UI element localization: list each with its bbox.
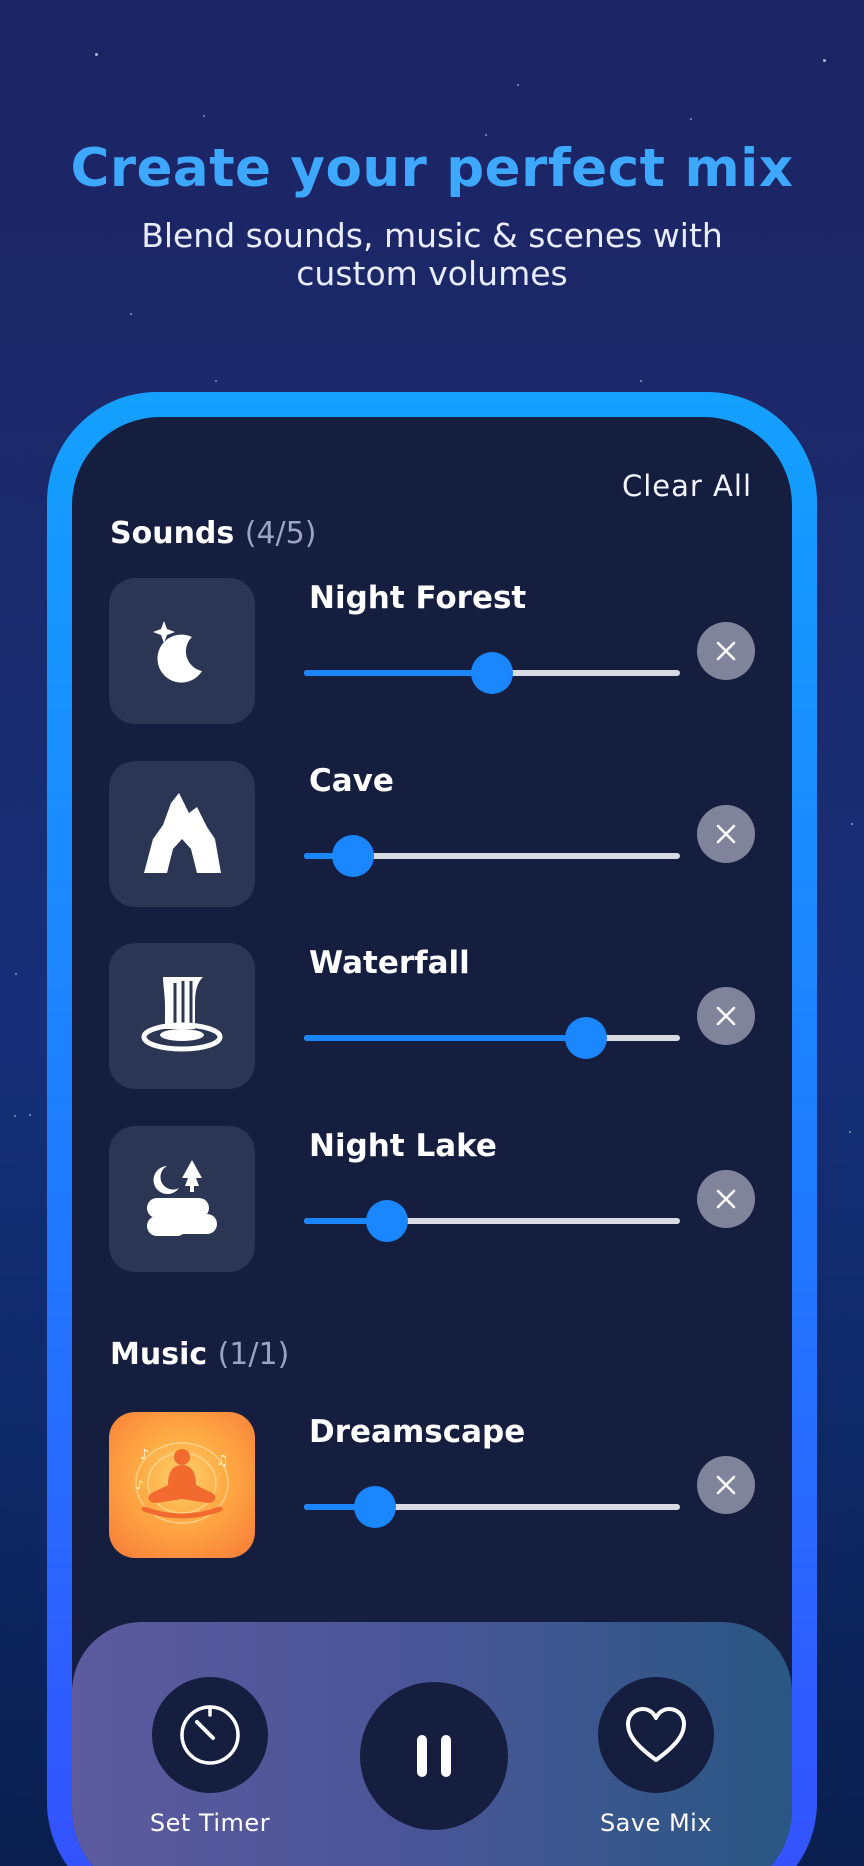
svg-text:♫: ♫ (216, 1453, 229, 1469)
star (849, 1131, 851, 1133)
moon-stars-icon (153, 621, 202, 683)
music-section-title: Music (1/1) (110, 1337, 289, 1372)
close-icon (716, 641, 736, 661)
remove-sound-button[interactable] (697, 1170, 755, 1228)
star (29, 1114, 31, 1116)
star (95, 53, 98, 56)
sound-row-night-forest: Night Forest (72, 578, 792, 724)
playback-controls-bar: Set Timer Save Mix (72, 1622, 792, 1866)
volume-thumb[interactable] (331, 835, 374, 877)
music-tile[interactable]: ♪ ♫ ♪ (109, 1412, 255, 1558)
set-timer-label: Set Timer (149, 1809, 271, 1837)
sound-tile[interactable] (109, 578, 255, 724)
sounds-count: (4/5) (244, 516, 317, 551)
star (823, 59, 826, 62)
mixer-screen: Clear All Sounds (4/5) Night Forest Cave… (72, 417, 792, 1866)
close-icon (716, 1475, 736, 1495)
promo-headline: Create your perfect mix (70, 138, 794, 199)
save-mix-label: Save Mix (599, 1809, 713, 1837)
sound-tile[interactable] (109, 1126, 255, 1272)
sound-row-night-lake: Night Lake (72, 1126, 792, 1272)
volume-thumb[interactable] (565, 1017, 607, 1059)
clear-all-button[interactable]: Clear All (622, 469, 752, 503)
music-count: (1/1) (217, 1337, 290, 1372)
sound-row-waterfall: Waterfall (72, 943, 792, 1089)
star (517, 84, 519, 86)
sound-name: Cave (309, 763, 394, 799)
pause-button[interactable] (360, 1682, 508, 1830)
sounds-section-title: Sounds (4/5) (110, 516, 316, 551)
volume-fill (304, 670, 492, 676)
timer-icon (180, 1705, 240, 1765)
music-title: Music (110, 1337, 208, 1372)
star (203, 115, 205, 117)
volume-slider[interactable] (304, 835, 680, 877)
remove-sound-button[interactable] (697, 987, 755, 1045)
star (130, 313, 132, 315)
volume-thumb[interactable] (354, 1486, 397, 1528)
music-name: Dreamscape (309, 1414, 526, 1450)
sound-tile[interactable] (109, 943, 255, 1089)
set-timer-button[interactable] (152, 1677, 268, 1793)
volume-thumb[interactable] (365, 1200, 408, 1242)
music-row-dreamscape: ♪ ♫ ♪ Dreamscape (72, 1412, 792, 1558)
remove-music-button[interactable] (697, 1456, 755, 1514)
volume-slider[interactable] (304, 1200, 680, 1242)
promo-subline: Blend sounds, music & scenes with custom… (141, 216, 723, 293)
save-mix-button[interactable] (598, 1677, 714, 1793)
sound-name: Waterfall (309, 945, 470, 981)
cave-mountain-icon (144, 793, 221, 873)
volume-slider[interactable] (304, 652, 680, 694)
star (215, 380, 217, 382)
star (15, 973, 17, 975)
star (14, 1115, 16, 1117)
star (640, 380, 642, 382)
close-icon (716, 1189, 736, 1209)
waterfall-icon (141, 977, 223, 1052)
volume-slider[interactable] (304, 1486, 680, 1528)
sounds-title: Sounds (110, 516, 235, 551)
star (851, 823, 853, 825)
meditation-icon: ♪ ♫ ♪ (135, 1442, 229, 1524)
sound-name: Night Forest (309, 580, 527, 616)
remove-sound-button[interactable] (697, 622, 755, 680)
night-lake-icon (147, 1160, 217, 1236)
svg-text:♪: ♪ (136, 1478, 144, 1492)
close-icon (716, 824, 736, 844)
svg-text:♪: ♪ (140, 1447, 149, 1463)
volume-slider[interactable] (304, 1017, 680, 1059)
sound-tile[interactable] (109, 761, 255, 907)
pause-icon (417, 1735, 451, 1777)
star (485, 134, 487, 136)
volume-fill (304, 1035, 586, 1041)
heart-icon (626, 1707, 686, 1762)
remove-sound-button[interactable] (697, 805, 755, 863)
sound-name: Night Lake (309, 1128, 497, 1164)
sound-row-cave: Cave (72, 761, 792, 907)
close-icon (716, 1006, 736, 1026)
volume-thumb[interactable] (471, 652, 513, 694)
star (690, 118, 692, 120)
